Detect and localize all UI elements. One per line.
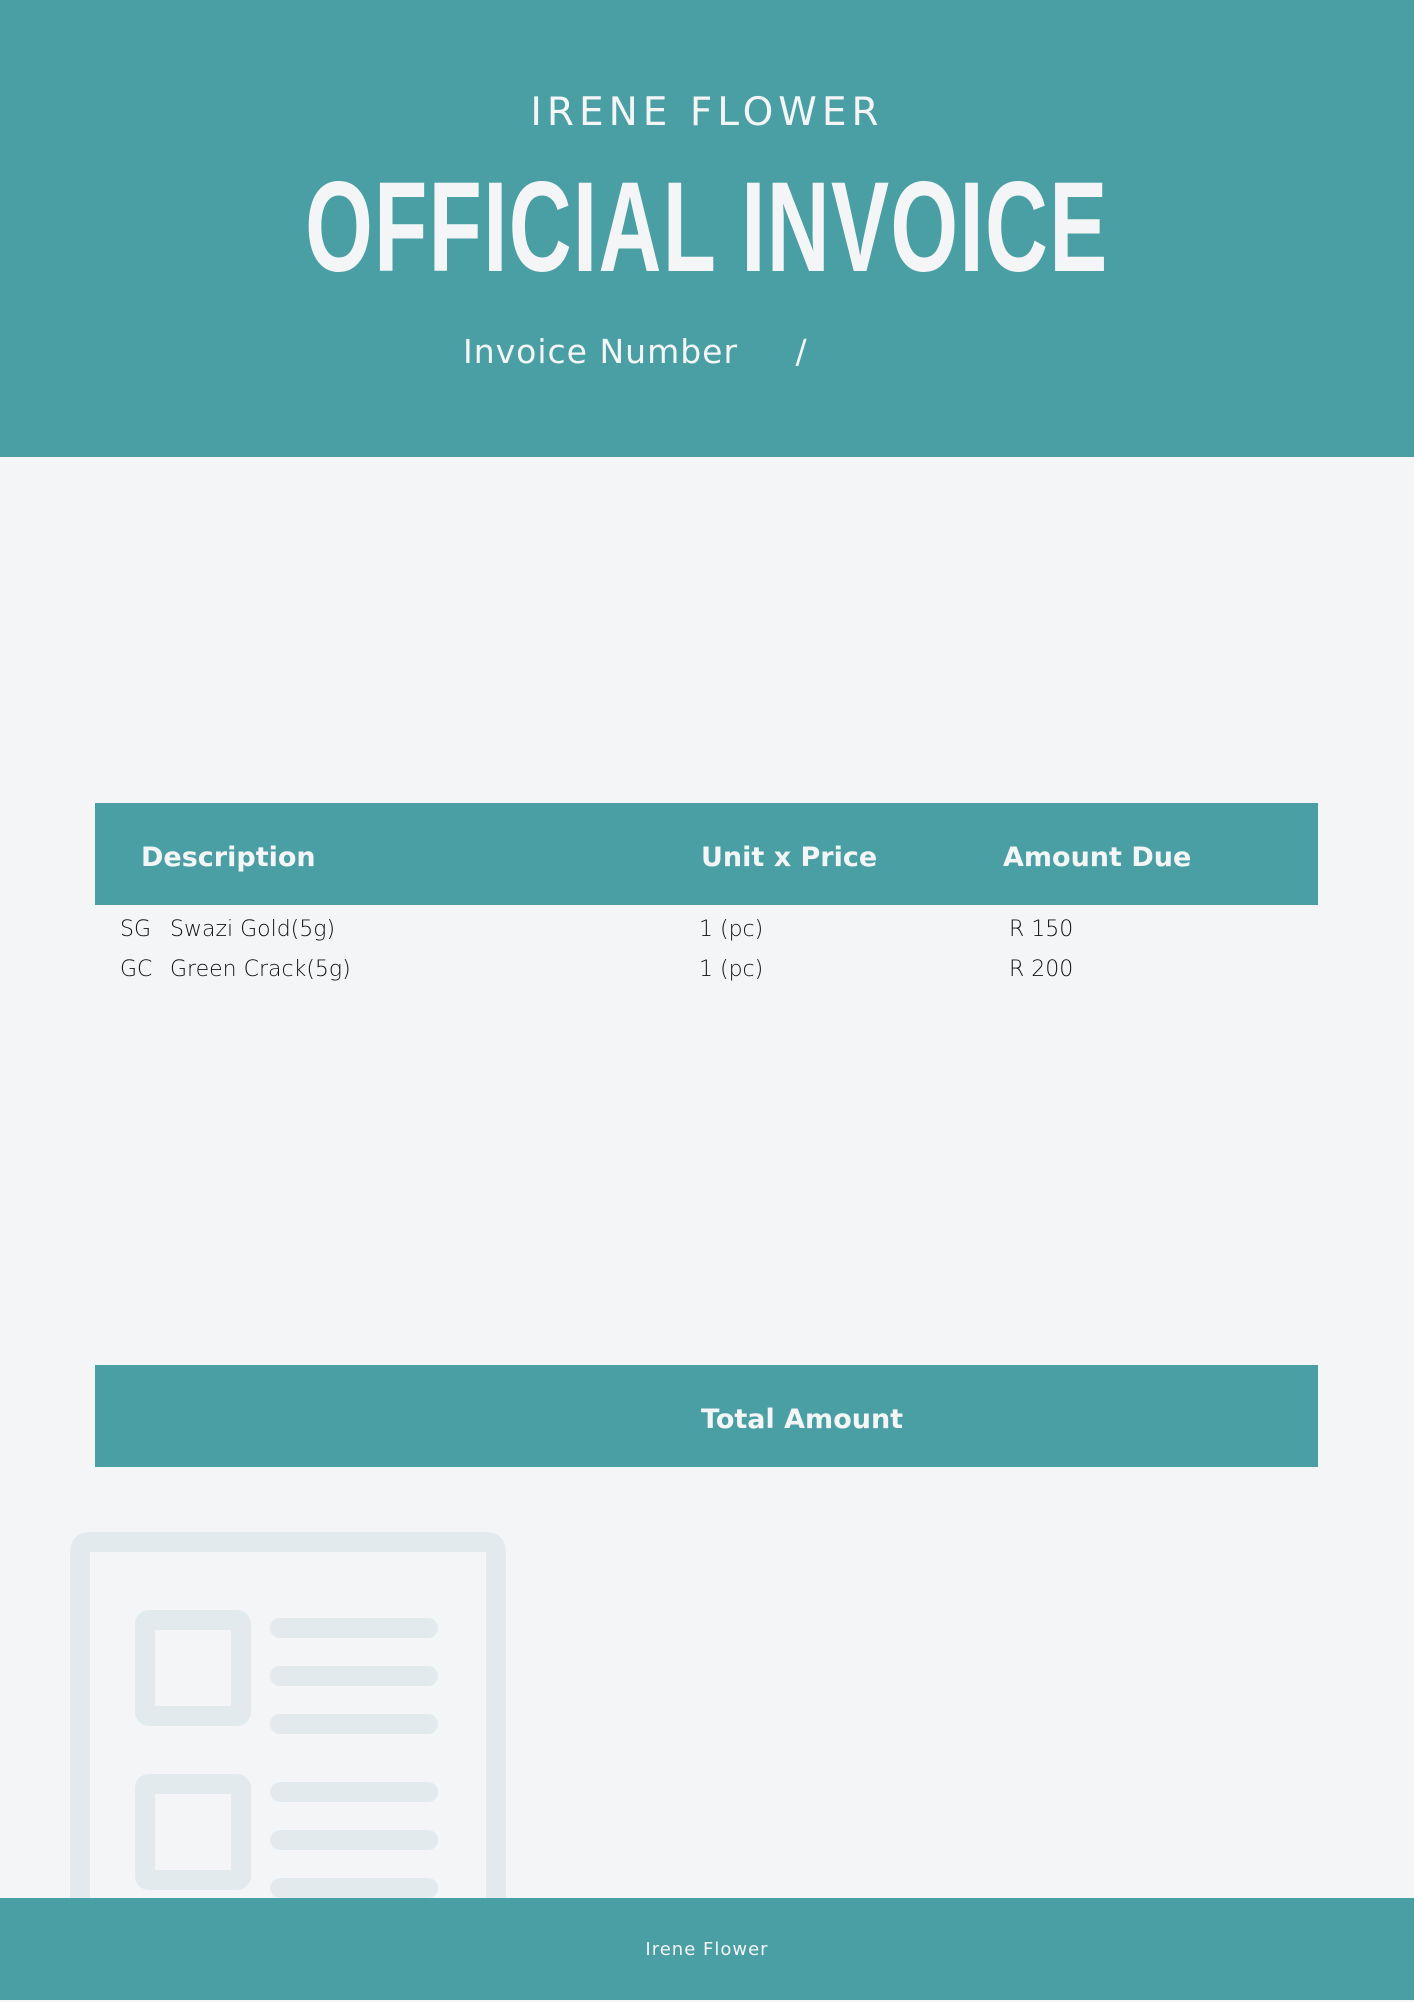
invoice-title: OFFICIAL INVOICE <box>0 158 1414 298</box>
item-unit-price: 1 (pc) <box>699 957 764 982</box>
item-description: Green Crack(5g) <box>170 957 351 982</box>
item-code: SG <box>120 917 152 942</box>
total-amount-label: Total Amount <box>701 1404 904 1435</box>
items-table-header: Description Unit x Price Amount Due <box>95 803 1318 905</box>
column-header-amount-due: Amount Due <box>1003 842 1192 873</box>
item-unit-price: 1 (pc) <box>699 917 764 942</box>
footer-company-name: Irene Flower <box>645 1939 769 1960</box>
table-row: SG Swazi Gold(5g) 1 (pc) R 150 <box>95 917 1318 957</box>
company-name: IRENE FLOWER <box>530 90 884 135</box>
table-row: GC Green Crack(5g) 1 (pc) R 200 <box>95 957 1318 997</box>
invoice-header: IRENE FLOWER OFFICIAL INVOICE Invoice Nu… <box>0 0 1414 457</box>
item-code: GC <box>120 957 153 982</box>
item-amount-due: R 150 <box>1009 917 1074 942</box>
column-header-description: Description <box>141 842 316 873</box>
invoice-number-label: Invoice Number / <box>463 332 808 371</box>
item-description: Swazi Gold(5g) <box>170 917 336 942</box>
invoice-footer: Irene Flower <box>0 1898 1414 2000</box>
total-amount-bar: Total Amount <box>95 1365 1318 1467</box>
column-header-unit-price: Unit x Price <box>701 842 878 873</box>
item-amount-due: R 200 <box>1009 957 1074 982</box>
invoice-title-text: OFFICIAL INVOICE <box>305 156 1109 299</box>
document-list-icon <box>70 1532 506 1898</box>
